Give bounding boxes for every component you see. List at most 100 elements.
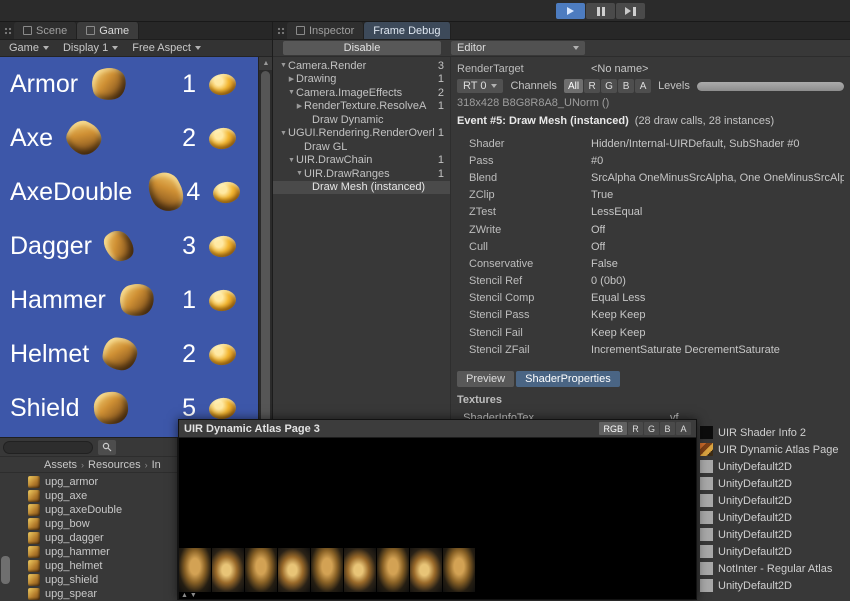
dagger-item-icon	[99, 225, 139, 266]
play-button[interactable]	[556, 3, 585, 19]
frame-event-row[interactable]: ▼ Camera.ImageEffects 2	[273, 86, 450, 100]
texture-list-item[interactable]: UnityDefault2D	[697, 526, 850, 543]
atlas-scroll-hint-icon[interactable]: ▲▼	[181, 592, 199, 599]
game-view-scrollbar[interactable]: ▲ ▼	[258, 57, 272, 437]
property-value: Off	[591, 224, 605, 236]
atlas-channel-a-button[interactable]: A	[676, 422, 691, 435]
atlas-sprite-thumb	[278, 548, 310, 592]
foldout-closed-icon[interactable]: ▶	[295, 102, 304, 110]
tab-inspector[interactable]: Inspector	[287, 22, 364, 39]
chevron-down-icon	[573, 46, 579, 50]
texture-list-item[interactable]: UnityDefault2D	[697, 492, 850, 509]
pause-button[interactable]	[586, 3, 615, 19]
display-target-dropdown[interactable]: Game	[2, 41, 56, 56]
asset-row[interactable]: upg_hammer	[0, 545, 177, 559]
game-view-toolbar: Game Display 1 Free Aspect	[0, 40, 272, 57]
display-dropdown[interactable]: Display 1	[56, 41, 125, 56]
breadcrumb-item[interactable]: In	[152, 459, 161, 471]
foldout-open-icon[interactable]: ▼	[287, 89, 296, 96]
foldout-open-icon[interactable]: ▼	[279, 130, 288, 137]
disable-button[interactable]: Disable	[283, 41, 441, 55]
preview-button[interactable]: Preview	[457, 371, 514, 387]
asset-row[interactable]: upg_bow	[0, 517, 177, 531]
asset-row[interactable]: upg_helmet	[0, 559, 177, 573]
texture-list-item[interactable]: NotInter - Regular Atlas	[697, 560, 850, 577]
asset-row[interactable]: upg_axe	[0, 489, 177, 503]
frame-event-row[interactable]: Draw GL	[273, 140, 450, 154]
asset-row[interactable]: upg_armor	[0, 475, 177, 489]
aspect-dropdown[interactable]: Free Aspect	[125, 41, 208, 56]
channel-b-button[interactable]: B	[618, 79, 634, 93]
event-count: 1	[434, 168, 444, 180]
asset-row[interactable]: upg_spear	[0, 587, 177, 601]
sprite-asset-icon	[28, 546, 40, 558]
frame-event-row-selected[interactable]: Draw Mesh (instanced)	[273, 181, 450, 195]
drag-handle-icon[interactable]	[4, 27, 12, 36]
foldout-open-icon[interactable]: ▼	[279, 62, 288, 69]
scroll-up-icon[interactable]: ▲	[259, 57, 272, 70]
axedouble-item-icon	[143, 167, 190, 217]
frame-event-row[interactable]: ▼ UGUI.Rendering.RenderOverla 1	[273, 127, 450, 141]
texture-list: UIR Shader Info 2 UIR Dynamic Atlas Page…	[697, 421, 850, 600]
levels-slider[interactable]	[697, 82, 844, 91]
asset-row[interactable]: upg_axeDouble	[0, 503, 177, 517]
foldout-open-icon[interactable]: ▼	[295, 170, 304, 177]
project-scrollbar-thumb[interactable]	[1, 556, 10, 584]
channel-a-button[interactable]: A	[635, 79, 651, 93]
texture-list-item[interactable]: UnityDefault2D	[697, 509, 850, 526]
breadcrumb-item[interactable]: Assets	[44, 459, 77, 471]
texture-list-item[interactable]: UIR Shader Info 2	[697, 424, 850, 441]
texture-list-item[interactable]: UnityDefault2D	[697, 475, 850, 492]
channel-r-button[interactable]: R	[584, 79, 600, 93]
shield-item-icon	[92, 391, 128, 425]
inventory-item-row[interactable]: Hammer 1	[0, 273, 272, 327]
foldout-closed-icon[interactable]: ▶	[287, 75, 296, 83]
inventory-item-row[interactable]: Helmet 2	[0, 327, 272, 381]
tab-game-label: Game	[99, 25, 129, 37]
atlas-channel-r-button[interactable]: R	[628, 422, 643, 435]
event-count: 3	[434, 60, 444, 72]
texture-thumbnail	[700, 477, 713, 490]
project-search-input[interactable]	[3, 441, 93, 454]
atlas-window-titlebar[interactable]: UIR Dynamic Atlas Page 3 RGB R G B A	[179, 420, 696, 438]
texture-list-item[interactable]: UnityDefault2D	[697, 577, 850, 594]
frame-event-row[interactable]: Draw Dynamic	[273, 113, 450, 127]
channel-g-button[interactable]: G	[601, 79, 617, 93]
inventory-item-row[interactable]: Dagger 3	[0, 219, 272, 273]
textures-section-label: Textures	[457, 394, 844, 408]
inventory-item-row[interactable]: AxeDouble 4	[0, 165, 272, 219]
atlas-channel-g-button[interactable]: G	[644, 422, 659, 435]
inventory-item-row[interactable]: Armor 1	[0, 57, 272, 111]
editor-target-dropdown[interactable]: Editor	[451, 41, 585, 55]
inventory-item-row[interactable]: Axe 2	[0, 111, 272, 165]
asset-row[interactable]: upg_shield	[0, 573, 177, 587]
texture-list-item[interactable]: UIR Dynamic Atlas Page	[697, 441, 850, 458]
frame-event-row[interactable]: ▼ UIR.DrawRanges 1	[273, 167, 450, 181]
property-value: IncrementSaturate DecrementSaturate	[591, 344, 780, 356]
frame-event-row[interactable]: ▶ RenderTexture.ResolveA 1	[273, 100, 450, 114]
atlas-channel-rgb-button[interactable]: RGB	[599, 422, 627, 435]
tab-scene[interactable]: Scene	[14, 22, 77, 39]
channel-all-button[interactable]: All	[564, 79, 583, 93]
texture-list-item[interactable]: UnityDefault2D	[697, 458, 850, 475]
tab-game[interactable]: Game	[77, 22, 139, 39]
scrollbar-thumb[interactable]	[261, 71, 270, 423]
frame-event-row[interactable]: ▼ UIR.DrawChain 1	[273, 154, 450, 168]
asset-row[interactable]: upg_dagger	[0, 531, 177, 545]
rt-index-dropdown[interactable]: RT 0	[457, 79, 503, 93]
coin-icon	[208, 396, 238, 421]
drag-handle-icon[interactable]	[277, 27, 285, 36]
step-button[interactable]	[616, 3, 645, 19]
frame-event-row[interactable]: ▼ Camera.Render 3	[273, 59, 450, 73]
search-options-button[interactable]	[98, 440, 116, 455]
sprite-asset-icon	[28, 518, 40, 530]
breadcrumb-item[interactable]: Resources	[88, 459, 141, 471]
event-label: UIR.DrawRanges	[304, 168, 434, 180]
texture-list-item[interactable]: UnityDefault2D	[697, 543, 850, 560]
coin-icon	[212, 180, 242, 205]
atlas-channel-b-button[interactable]: B	[660, 422, 675, 435]
tab-frame-debug[interactable]: Frame Debug	[364, 22, 450, 39]
frame-event-row[interactable]: ▶ Drawing 1	[273, 73, 450, 87]
shader-properties-button[interactable]: ShaderProperties	[516, 371, 620, 387]
foldout-open-icon[interactable]: ▼	[287, 157, 296, 164]
